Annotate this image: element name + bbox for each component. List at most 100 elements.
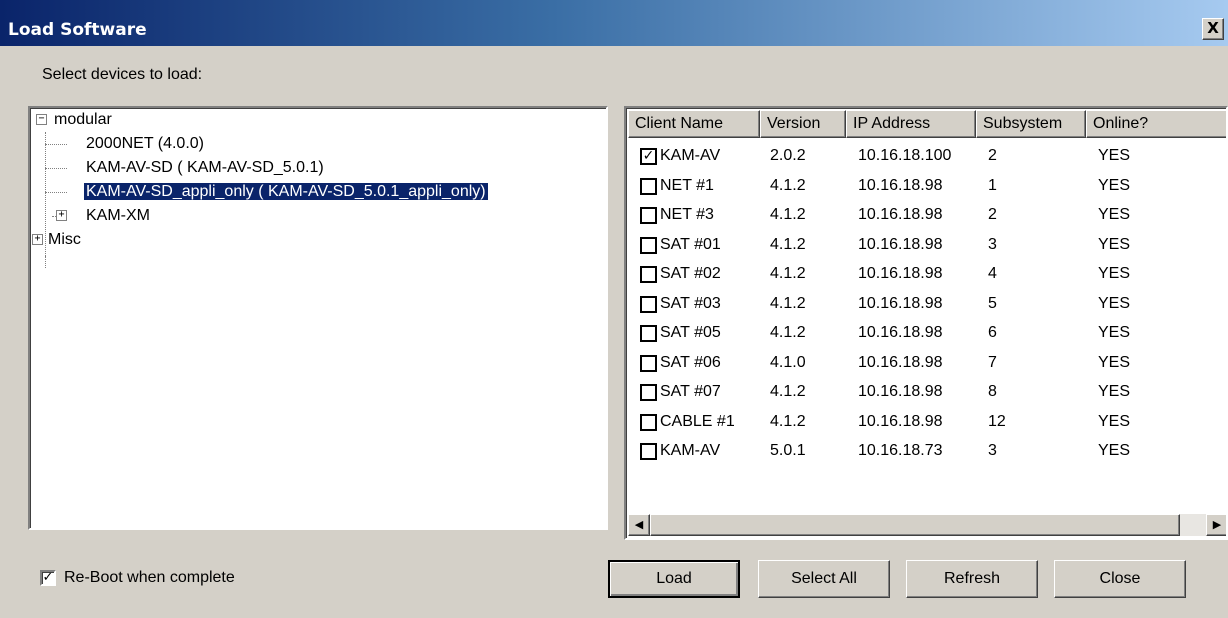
cell-ip: 10.16.18.98 xyxy=(858,176,943,194)
row-checkbox[interactable] xyxy=(640,236,657,254)
cell-online: YES xyxy=(1098,353,1131,371)
table-row[interactable]: NET #1 4.1.2 10.16.18.98 1 YES xyxy=(628,172,1226,200)
row-checkbox[interactable] xyxy=(640,413,657,431)
cell-subsystem: 4 xyxy=(988,265,997,282)
cell-name: SAT #07 xyxy=(660,383,721,400)
table-row[interactable]: KAM-AV 5.0.1 10.16.18.73 3 YES xyxy=(628,437,1226,465)
cell-subsystem: 12 xyxy=(988,412,1006,430)
tree-connector xyxy=(45,168,67,169)
cell-subsystem: 8 xyxy=(988,383,997,400)
cell-ip: 10.16.18.98 xyxy=(858,235,943,253)
cell-version: 4.1.2 xyxy=(770,235,806,253)
row-checkbox[interactable] xyxy=(640,177,657,195)
cell-name: NET #1 xyxy=(660,176,714,194)
row-checkbox[interactable] xyxy=(640,207,657,224)
close-icon[interactable]: X xyxy=(1202,18,1224,40)
cell-name: NET #3 xyxy=(660,206,714,223)
column-header-online[interactable]: Online? xyxy=(1086,110,1226,138)
cell-ip: 10.16.18.98 xyxy=(858,294,943,312)
cell-version: 5.0.1 xyxy=(770,442,806,459)
cell-version: 4.1.2 xyxy=(770,206,806,223)
tree-node-kam-av-sd[interactable]: KAM-AV-SD ( KAM-AV-SD_5.0.1) xyxy=(86,156,324,180)
cell-ip: 10.16.18.98 xyxy=(858,412,943,430)
expand-icon[interactable]: + xyxy=(56,210,67,221)
cell-online: YES xyxy=(1098,383,1131,400)
row-checkbox[interactable] xyxy=(640,266,657,283)
cell-version: 4.1.2 xyxy=(770,294,806,312)
table-row[interactable]: ✓ KAM-AV 2.0.2 10.16.18.100 2 YES xyxy=(628,142,1226,170)
tree-node-label: KAM-AV-SD_appli_only ( KAM-AV-SD_5.0.1_a… xyxy=(83,182,489,201)
load-button[interactable]: Load xyxy=(608,560,740,598)
table-row[interactable]: SAT #03 4.1.2 10.16.18.98 5 YES xyxy=(628,290,1226,318)
cell-online: YES xyxy=(1098,235,1131,253)
cell-subsystem: 3 xyxy=(988,235,997,253)
cell-version: 4.1.2 xyxy=(770,324,806,341)
tree-connector xyxy=(45,192,67,193)
horizontal-scrollbar[interactable]: ◀ ▶ xyxy=(628,514,1226,536)
cell-ip: 10.16.18.73 xyxy=(858,442,943,459)
table-row[interactable]: SAT #06 4.1.0 10.16.18.98 7 YES xyxy=(628,349,1226,377)
tree-connector xyxy=(45,132,46,258)
cell-name: SAT #03 xyxy=(660,294,721,312)
cell-online: YES xyxy=(1098,324,1131,341)
cell-subsystem: 3 xyxy=(988,442,997,459)
cell-online: YES xyxy=(1098,265,1131,282)
table-row[interactable]: SAT #01 4.1.2 10.16.18.98 3 YES xyxy=(628,231,1226,259)
table-row[interactable]: SAT #02 4.1.2 10.16.18.98 4 YES xyxy=(628,260,1226,288)
tree-node-label: Misc xyxy=(48,231,81,248)
cell-ip: 10.16.18.100 xyxy=(858,147,952,164)
tree-node-kam-av-sd-appli-only[interactable]: KAM-AV-SD_appli_only ( KAM-AV-SD_5.0.1_a… xyxy=(83,180,489,204)
table-row[interactable]: SAT #05 4.1.2 10.16.18.98 6 YES xyxy=(628,319,1226,347)
column-header-ip-address[interactable]: IP Address xyxy=(846,110,976,138)
cell-ip: 10.16.18.98 xyxy=(858,324,943,341)
cell-version: 2.0.2 xyxy=(770,147,806,164)
cell-ip: 10.16.18.98 xyxy=(858,353,943,371)
expand-icon[interactable]: + xyxy=(32,234,43,245)
scroll-left-icon[interactable]: ◀ xyxy=(628,514,650,536)
cell-name: CABLE #1 xyxy=(660,412,735,430)
tree-node-label: KAM-XM xyxy=(86,207,150,224)
cell-online: YES xyxy=(1098,206,1131,223)
table-row[interactable]: SAT #07 4.1.2 10.16.18.98 8 YES xyxy=(628,378,1226,406)
row-checkbox[interactable] xyxy=(640,325,657,342)
cell-version: 4.1.2 xyxy=(770,412,806,430)
table-row[interactable]: CABLE #1 4.1.2 10.16.18.98 12 YES xyxy=(628,408,1226,436)
reboot-label: Re-Boot when complete xyxy=(64,569,235,586)
cell-version: 4.1.2 xyxy=(770,176,806,194)
refresh-button[interactable]: Refresh xyxy=(906,560,1038,598)
tree-connector xyxy=(45,256,46,268)
column-header-subsystem[interactable]: Subsystem xyxy=(976,110,1086,138)
tree-node-2000net[interactable]: 2000NET (4.0.0) xyxy=(86,132,204,156)
cell-name: SAT #02 xyxy=(660,265,721,282)
cell-online: YES xyxy=(1098,412,1131,430)
table-row[interactable]: NET #3 4.1.2 10.16.18.98 2 YES xyxy=(628,201,1226,229)
row-checkbox[interactable] xyxy=(640,384,657,401)
row-checkbox[interactable] xyxy=(640,354,657,372)
window-title: Load Software xyxy=(8,20,147,40)
collapse-icon[interactable]: − xyxy=(36,114,47,125)
cell-name: SAT #06 xyxy=(660,353,721,371)
row-checkbox[interactable] xyxy=(640,295,657,313)
select-all-button[interactable]: Select All xyxy=(758,560,890,598)
column-header-version[interactable]: Version xyxy=(760,110,846,138)
device-tree[interactable]: − modular 2000NET (4.0.0) KAM-AV-SD ( KA… xyxy=(28,106,608,530)
close-button[interactable]: Close xyxy=(1054,560,1186,598)
scrollbar-thumb[interactable] xyxy=(650,514,1180,536)
cell-subsystem: 6 xyxy=(988,324,997,341)
reboot-checkbox[interactable]: ✓ xyxy=(40,570,56,586)
select-devices-label: Select devices to load: xyxy=(42,66,203,83)
cell-ip: 10.16.18.98 xyxy=(858,383,943,400)
cell-version: 4.1.2 xyxy=(770,383,806,400)
column-header-client-name[interactable]: Client Name xyxy=(628,110,760,138)
client-list[interactable]: Client Name Version IP Address Subsystem… xyxy=(624,106,1228,540)
cell-subsystem: 7 xyxy=(988,353,997,371)
cell-subsystem: 5 xyxy=(988,294,997,312)
tree-node-label: 2000NET (4.0.0) xyxy=(86,135,204,152)
cell-subsystem: 2 xyxy=(988,147,997,164)
row-checkbox[interactable]: ✓ xyxy=(640,148,657,165)
cell-ip: 10.16.18.98 xyxy=(858,206,943,223)
row-checkbox[interactable] xyxy=(640,443,657,460)
tree-connector xyxy=(45,144,67,145)
scroll-right-icon[interactable]: ▶ xyxy=(1206,514,1226,536)
cell-version: 4.1.2 xyxy=(770,265,806,282)
